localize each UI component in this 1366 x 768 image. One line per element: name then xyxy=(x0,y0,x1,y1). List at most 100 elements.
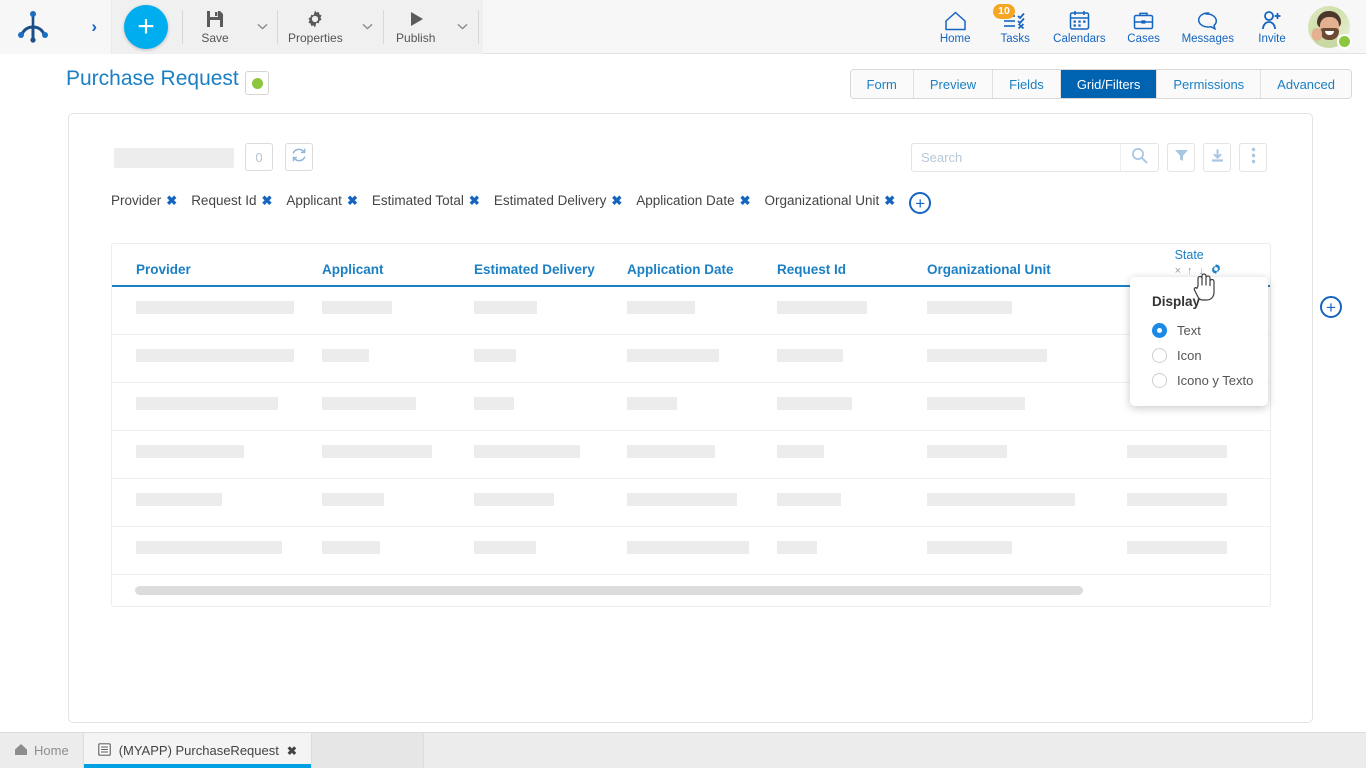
cell-placeholder xyxy=(322,349,369,362)
radio-icon[interactable] xyxy=(1152,323,1167,338)
nav-label-messages: Messages xyxy=(1181,32,1234,45)
tasks-badge: 10 xyxy=(993,3,1015,19)
scrollbar-thumb[interactable] xyxy=(135,586,1083,595)
filter-chip-applicant[interactable]: Applicant ✖ xyxy=(286,193,357,209)
tab-fields[interactable]: Fields xyxy=(993,70,1061,98)
avatar[interactable] xyxy=(1308,5,1352,49)
close-icon[interactable]: ✖ xyxy=(884,193,895,209)
column-header-provider[interactable]: Provider xyxy=(136,262,191,277)
add-filter-button[interactable]: + xyxy=(909,192,932,214)
radio-icon[interactable] xyxy=(1152,348,1167,363)
nav-item-invite[interactable]: Invite xyxy=(1242,0,1302,54)
table-row[interactable] xyxy=(112,335,1270,383)
table-row[interactable] xyxy=(112,431,1270,479)
placeholder-bar xyxy=(114,148,234,168)
search-icon xyxy=(1131,147,1148,169)
chip-label: Estimated Total xyxy=(371,193,464,208)
nav-label-tasks: Tasks xyxy=(1000,32,1030,45)
table-row[interactable] xyxy=(112,383,1270,431)
taskbar-home[interactable]: Home xyxy=(0,733,84,768)
publish-dropdown-caret[interactable] xyxy=(448,0,478,54)
record-count[interactable]: 0 xyxy=(245,143,273,171)
filter-chip-request-id[interactable]: Request Id ✖ xyxy=(191,193,272,209)
status-dot xyxy=(251,77,263,89)
properties-button[interactable]: Properties xyxy=(278,0,353,54)
document-icon xyxy=(97,742,111,759)
data-grid: Provider Applicant Estimated Delivery Ap… xyxy=(111,243,1271,607)
display-option-icon-and-text[interactable]: Icono y Texto xyxy=(1152,368,1268,393)
radio-icon[interactable] xyxy=(1152,373,1167,388)
table-row[interactable] xyxy=(112,479,1270,527)
taskbar-tab-purchaserequest[interactable]: (MYAPP) PurchaseRequest ✖ xyxy=(83,733,312,768)
add-button[interactable]: + xyxy=(124,4,168,49)
chip-label: Provider xyxy=(111,193,162,208)
chip-label: Organizational Unit xyxy=(764,193,880,208)
close-icon[interactable]: ✖ xyxy=(740,193,751,209)
nav-item-cases[interactable]: Cases xyxy=(1114,0,1174,54)
column-header-applicant[interactable]: Applicant xyxy=(322,262,384,277)
remove-column-icon[interactable]: × xyxy=(1175,265,1181,277)
status-badge[interactable] xyxy=(245,71,269,95)
table-row[interactable] xyxy=(112,287,1270,335)
chip-label: Applicant xyxy=(286,193,342,208)
filter-chip-estimated-total[interactable]: Estimated Total ✖ xyxy=(372,193,480,209)
cell-placeholder xyxy=(474,301,537,314)
display-option-text[interactable]: Text xyxy=(1152,318,1268,343)
cell-placeholder xyxy=(927,445,1007,458)
cell-placeholder xyxy=(474,493,554,506)
cell-placeholder xyxy=(777,349,843,362)
column-header-application-date[interactable]: Application Date xyxy=(627,262,734,277)
close-icon[interactable]: ✖ xyxy=(166,193,177,209)
more-options-button[interactable] xyxy=(1239,143,1267,172)
column-header-estimated-delivery[interactable]: Estimated Delivery xyxy=(474,262,595,277)
download-button[interactable] xyxy=(1203,143,1231,172)
refresh-button[interactable] xyxy=(285,143,313,171)
avatar-status-dot xyxy=(1337,33,1352,49)
close-icon[interactable]: ✖ xyxy=(611,193,622,209)
cell-placeholder xyxy=(136,349,294,362)
tab-permissions[interactable]: Permissions xyxy=(1157,70,1262,98)
properties-label: Properties xyxy=(288,31,343,45)
cell-placeholder xyxy=(322,397,416,410)
cell-placeholder xyxy=(777,445,824,458)
filter-chip-estimated-delivery[interactable]: Estimated Delivery ✖ xyxy=(494,193,622,209)
plus-icon: + xyxy=(137,9,155,43)
filter-chip-provider[interactable]: Provider ✖ xyxy=(111,193,177,209)
display-option-icon[interactable]: Icon xyxy=(1152,343,1268,368)
sidebar-expand-icon[interactable]: › xyxy=(91,18,97,35)
horizontal-scrollbar[interactable] xyxy=(112,586,1270,598)
nav-item-calendars[interactable]: Calendars xyxy=(1045,0,1113,54)
search-button[interactable] xyxy=(1120,144,1158,171)
tab-grid-filters[interactable]: Grid/Filters xyxy=(1060,70,1158,98)
close-icon[interactable]: ✖ xyxy=(287,744,297,758)
tab-preview[interactable]: Preview xyxy=(913,70,994,98)
save-button[interactable]: Save xyxy=(183,0,247,54)
filter-chip-organizational-unit[interactable]: Organizational Unit ✖ xyxy=(764,193,895,209)
cell-placeholder xyxy=(136,301,294,314)
table-row[interactable] xyxy=(112,527,1270,575)
search-input[interactable] xyxy=(912,144,1120,171)
close-icon[interactable]: ✖ xyxy=(469,193,480,209)
column-header-organizational-unit[interactable]: Organizational Unit xyxy=(927,262,1051,277)
column-header-request-id[interactable]: Request Id xyxy=(777,262,846,277)
cell-placeholder xyxy=(1127,493,1227,506)
app-logo[interactable] xyxy=(16,10,50,43)
filter-button[interactable] xyxy=(1167,143,1195,172)
add-row-button[interactable]: + xyxy=(1320,296,1342,318)
publish-button[interactable]: Publish xyxy=(384,0,448,54)
tab-form[interactable]: Form xyxy=(850,70,914,98)
nav-item-home[interactable]: Home xyxy=(925,0,985,54)
tab-advanced[interactable]: Advanced xyxy=(1261,70,1351,98)
nav-item-tasks[interactable]: 10 Tasks xyxy=(985,0,1045,54)
cell-placeholder xyxy=(927,349,1047,362)
properties-dropdown-caret[interactable] xyxy=(353,0,383,54)
close-icon[interactable]: ✖ xyxy=(261,193,272,209)
save-dropdown-caret[interactable] xyxy=(247,0,277,54)
close-icon[interactable]: ✖ xyxy=(347,193,358,209)
cell-placeholder xyxy=(627,493,737,506)
filter-chip-list: Provider ✖ Request Id ✖ Applicant ✖ Esti… xyxy=(111,190,932,214)
cell-placeholder xyxy=(627,349,719,362)
cell-placeholder xyxy=(474,397,514,410)
nav-item-messages[interactable]: Messages xyxy=(1174,0,1242,54)
filter-chip-application-date[interactable]: Application Date ✖ xyxy=(636,193,750,209)
